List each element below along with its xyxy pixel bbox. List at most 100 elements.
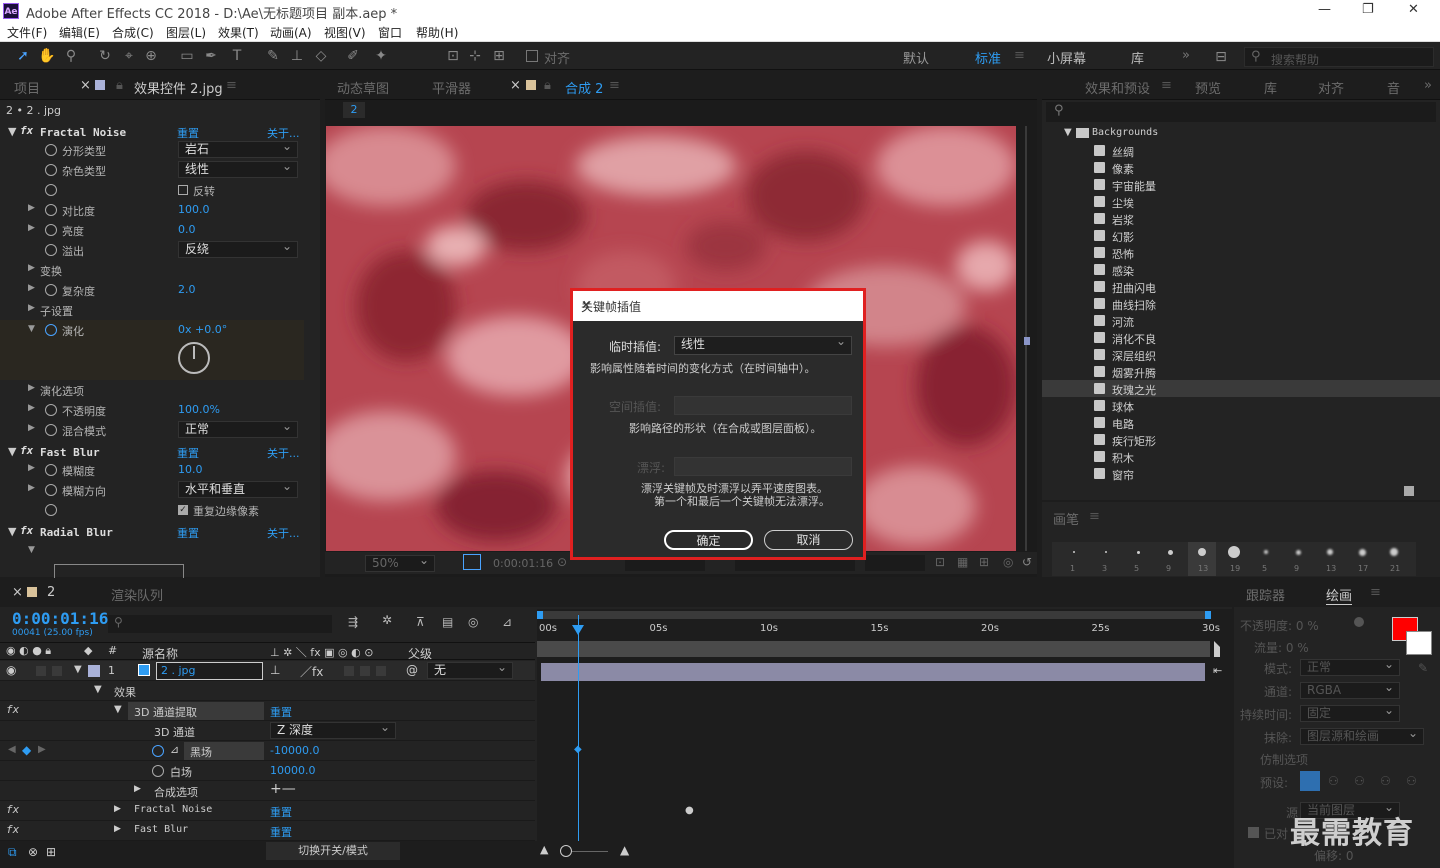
layer-row[interactable]: ◉ ▼ 1 2 . jpg ⊥ ／fx @ 无 xyxy=(0,660,535,681)
expand-icon[interactable]: ▶ xyxy=(114,824,121,834)
menu-window[interactable]: 窗口 xyxy=(378,24,402,41)
hand-tool-icon[interactable]: ✋ xyxy=(38,47,56,65)
close-icon[interactable]: × xyxy=(80,78,91,93)
preset-item[interactable]: 曲线扫除 xyxy=(1042,295,1440,312)
parent-header[interactable]: 父级 xyxy=(408,645,432,662)
frame-blending-icon[interactable]: ▤ xyxy=(442,615,453,629)
effect-header-radial-blur[interactable]: ▼ fx Radial Blur 重置 关于... xyxy=(0,522,320,542)
comp-marker-icon[interactable]: ⇤ xyxy=(1213,664,1222,677)
property-composite-options[interactable]: ▶ 合成选项 +— xyxy=(0,781,535,801)
tab-paint[interactable]: 绘画 xyxy=(1326,585,1353,605)
tab-audio[interactable]: 音 xyxy=(1387,78,1400,97)
work-area-start[interactable] xyxy=(537,611,543,619)
preset-item[interactable]: 深层组织 xyxy=(1042,346,1440,363)
type-tool-icon[interactable]: T xyxy=(228,47,246,65)
resolution-icon[interactable] xyxy=(463,554,481,570)
eye-icon[interactable]: ◉ xyxy=(6,663,16,677)
zoom-slider-thumb[interactable] xyxy=(560,845,572,857)
time-navigator-end[interactable] xyxy=(1214,641,1224,657)
fx-icon[interactable]: fx xyxy=(6,803,19,816)
parent-dropdown[interactable]: 无 xyxy=(427,660,513,679)
fx-icon[interactable]: fx xyxy=(6,823,19,836)
clone-preset-5[interactable]: ⚇ xyxy=(1406,774,1417,788)
stopwatch-icon[interactable] xyxy=(45,504,57,516)
clone-stamp-tool-icon[interactable]: ⊥ xyxy=(288,47,306,65)
local-axis-icon[interactable]: ⊡ xyxy=(444,47,462,65)
preset-item[interactable]: 岩浆 xyxy=(1042,210,1440,227)
tab-smoother[interactable]: 平滑器 xyxy=(432,78,471,97)
reset-link[interactable]: 重置 xyxy=(177,525,199,541)
brush-tip[interactable]: 1 xyxy=(1060,542,1088,576)
stopwatch-icon[interactable] xyxy=(152,765,164,777)
black-point-value[interactable]: -10000.0 xyxy=(270,744,319,757)
preset-item[interactable]: 丝绸 xyxy=(1042,142,1440,159)
tab-tracker[interactable]: 跟踪器 xyxy=(1246,585,1285,604)
menu-composition[interactable]: 合成(C) xyxy=(112,24,154,41)
brush-tip[interactable]: 17 xyxy=(1348,542,1376,576)
expand-icon[interactable]: ▶ xyxy=(28,483,35,493)
preset-item[interactable]: 河流 xyxy=(1042,312,1440,329)
expand-icon[interactable]: ▼ xyxy=(28,324,35,334)
expand-icon[interactable]: ▼ xyxy=(8,445,16,458)
add-keyframe-icon[interactable]: ◆ xyxy=(22,743,31,757)
stopwatch-icon[interactable] xyxy=(45,464,57,476)
background-color-swatch[interactable] xyxy=(1406,631,1432,655)
invert-checkbox[interactable] xyxy=(178,185,188,195)
expand-icon[interactable]: ▶ xyxy=(28,423,35,433)
expand-icon[interactable]: ▼ xyxy=(74,664,82,675)
cancel-button[interactable]: 取消 xyxy=(764,530,853,550)
reset-exposure-icon[interactable]: ↺ xyxy=(1022,555,1032,569)
reset-link[interactable]: 重置 xyxy=(177,125,199,141)
tab-comp-timeline[interactable]: 2 xyxy=(47,585,55,600)
preset-item[interactable]: 疾行矩形 xyxy=(1042,431,1440,448)
fx-icon[interactable]: fx xyxy=(20,444,33,457)
3d-switch[interactable] xyxy=(376,666,386,676)
keyframe-diamond[interactable]: ◆ xyxy=(574,744,582,755)
white-point-value[interactable]: 10000.0 xyxy=(270,764,316,777)
preset-item[interactable]: 尘埃 xyxy=(1042,193,1440,210)
tab-composition[interactable]: 合成 2 xyxy=(565,78,603,97)
reset-link[interactable]: 重置 xyxy=(270,704,292,720)
flowchart-icon[interactable]: ◎ xyxy=(1003,555,1013,569)
blur-direction-dropdown[interactable]: 水平和垂直 xyxy=(178,479,298,498)
clone-preset-2[interactable]: ⚇ xyxy=(1328,774,1339,788)
effect-header-fractal-noise[interactable]: ▼ fx Fractal Noise 重置 关于... xyxy=(0,122,320,142)
tab-align[interactable]: 对齐 xyxy=(1318,78,1344,97)
stopwatch-icon[interactable] xyxy=(45,144,57,156)
views-dropdown[interactable] xyxy=(865,555,925,571)
panel-menu-icon[interactable]: ≡ xyxy=(609,78,620,93)
effect-row-channel-extract[interactable]: fx ▼ 3D 通道提取 重置 xyxy=(0,701,535,721)
menu-animation[interactable]: 动画(A) xyxy=(270,24,312,41)
quality-switch-icon[interactable]: ／fx xyxy=(300,663,323,680)
stopwatch-icon[interactable] xyxy=(45,184,57,196)
repeat-edge-checkbox[interactable]: ✓ xyxy=(178,505,188,515)
brightness-value[interactable]: 0.0 xyxy=(178,223,196,236)
new-folder-icon[interactable] xyxy=(1404,486,1414,496)
effect-header-fast-blur[interactable]: ▼ fx Fast Blur 重置 关于... xyxy=(0,442,320,462)
effects-group-row[interactable]: ▼ 效果 xyxy=(0,681,535,701)
time-navigator[interactable] xyxy=(537,641,1210,657)
motion-blur-switch[interactable] xyxy=(344,666,354,676)
fast-preview-icon[interactable]: ⊡ xyxy=(935,555,945,569)
zoom-out-icon[interactable]: ▲ xyxy=(540,843,548,856)
work-area-bar[interactable] xyxy=(537,611,1210,619)
stopwatch-icon[interactable] xyxy=(45,484,57,496)
transparency-grid-icon[interactable]: ▦ xyxy=(957,555,968,569)
stopwatch-icon[interactable] xyxy=(45,324,57,336)
stopwatch-icon[interactable] xyxy=(45,224,57,236)
preset-item[interactable]: 幻影 xyxy=(1042,227,1440,244)
preset-item[interactable]: 消化不良 xyxy=(1042,329,1440,346)
fx-icon[interactable]: fx xyxy=(20,524,33,537)
graph-editor-icon[interactable]: ⊿ xyxy=(502,615,512,629)
expand-icon[interactable]: ▼ xyxy=(1064,127,1072,138)
snapshot-icon[interactable]: ⊙ xyxy=(557,555,567,569)
close-icon[interactable]: × xyxy=(510,78,521,93)
3d-channel-dropdown[interactable]: Z 深度 xyxy=(270,720,396,739)
property-group-transform[interactable]: ▶ 变换 xyxy=(0,260,320,280)
noise-type-dropdown[interactable]: 线性 xyxy=(178,159,298,178)
folder-backgrounds[interactable]: Backgrounds xyxy=(1092,127,1158,138)
expand-icon[interactable]: ▶ xyxy=(28,223,35,233)
reset-link[interactable]: 重置 xyxy=(177,445,199,461)
graph-icon[interactable]: ⊿ xyxy=(170,743,179,756)
expand-icon[interactable]: ▼ xyxy=(28,545,35,555)
